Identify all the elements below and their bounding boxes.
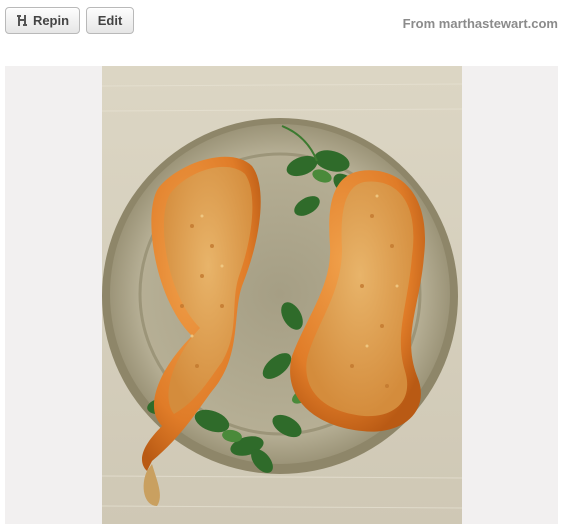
pin-toolbar: Repin Edit From marthastewart.com (0, 0, 567, 44)
source-attribution: From marthastewart.com (403, 16, 558, 31)
edit-label: Edit (97, 13, 123, 28)
repin-button[interactable]: Repin (5, 7, 80, 34)
edit-button[interactable]: Edit (86, 7, 134, 34)
pin-image-frame (5, 66, 558, 524)
repin-label: Repin (32, 13, 70, 28)
source-domain-link[interactable]: marthastewart.com (439, 16, 558, 31)
repin-icon (16, 14, 29, 27)
food-photo-illustration (102, 66, 462, 524)
pin-image[interactable] (102, 66, 462, 524)
source-prefix: From (402, 16, 436, 31)
